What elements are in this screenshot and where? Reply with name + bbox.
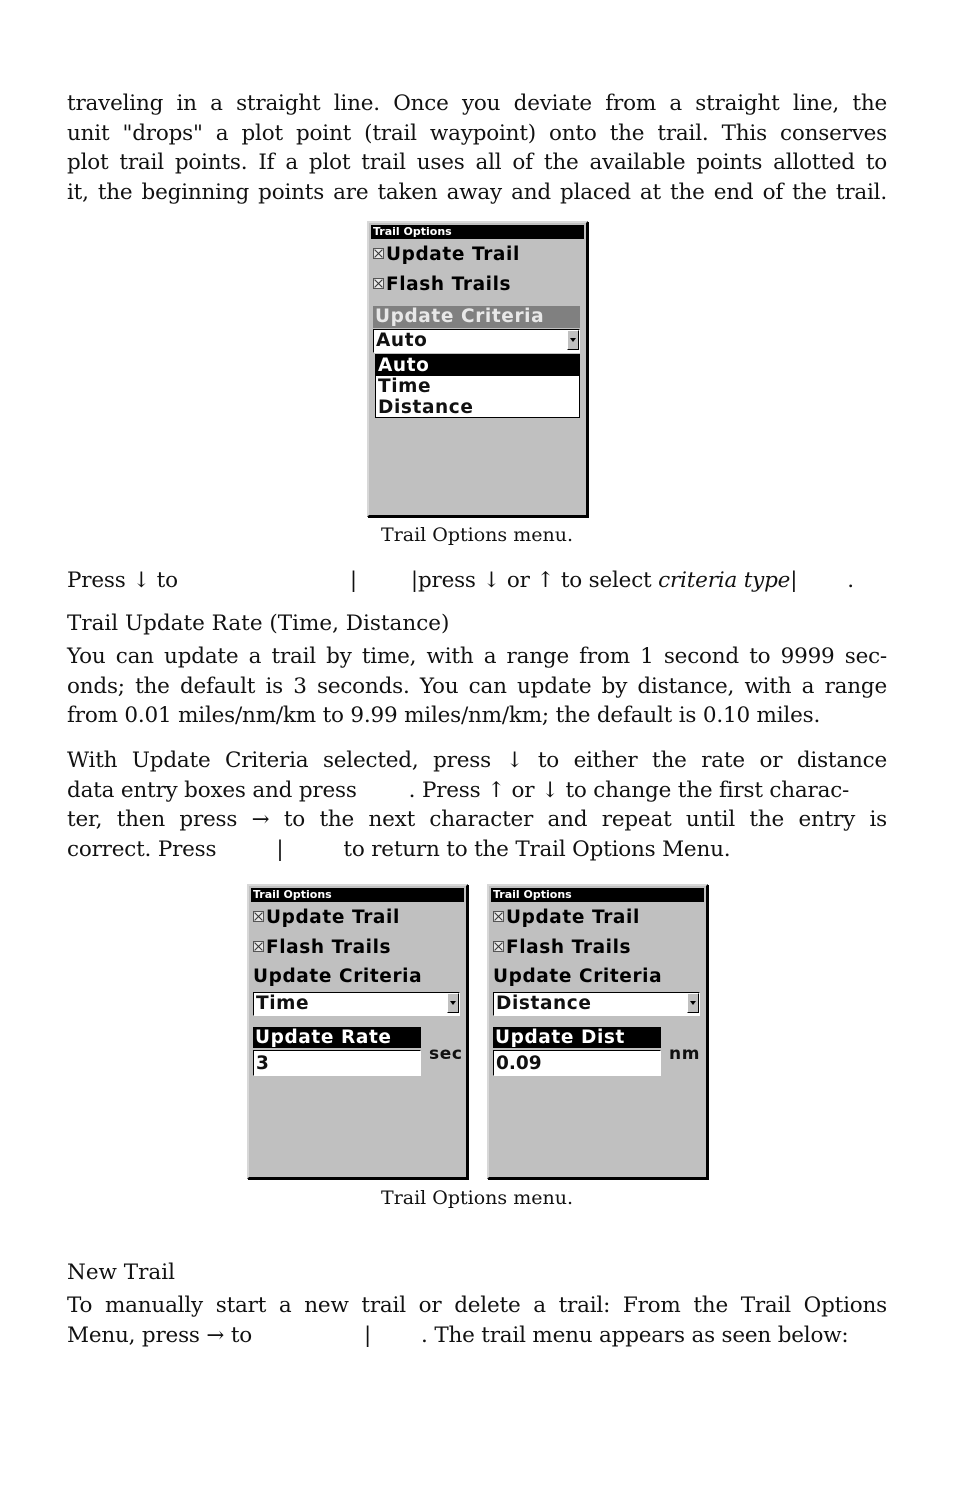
text-line: ter, then press → to the next character … — [67, 807, 887, 832]
separator: | — [276, 836, 284, 862]
text: Press — [67, 568, 126, 593]
update-rate-input[interactable]: 3 — [253, 1050, 421, 1076]
update-trail-checkbox-row[interactable]: Update Trail — [253, 907, 400, 928]
data-entry-paragraph: With Update Criteria selected, press ↓ t… — [67, 746, 887, 864]
text: press — [417, 568, 476, 593]
separator: | — [364, 1322, 372, 1348]
text: to return to the Trail Options Menu. — [343, 836, 731, 862]
dropdown-option-auto[interactable]: Auto — [376, 355, 579, 376]
text-line: correct. Press | to return to the Trail Op… — [67, 835, 887, 865]
chevron-down-icon[interactable] — [447, 993, 459, 1013]
instruction-line: Press ↓ to | |press ↓ or ↑ to select crite… — [67, 566, 887, 596]
update-criteria-select[interactable]: Distance — [493, 992, 700, 1016]
update-trail-checkbox-row[interactable]: Update Trail — [373, 244, 520, 265]
figure-caption: Trail Options menu. — [381, 524, 573, 546]
text: to select — [560, 568, 652, 593]
checkbox-checked-icon[interactable] — [373, 248, 384, 259]
separator: | — [410, 568, 418, 593]
checkbox-checked-icon[interactable] — [253, 941, 264, 952]
text: . The trail menu appears as seen below: — [421, 1322, 849, 1348]
separator: | — [349, 568, 357, 593]
text: . — [847, 568, 854, 593]
checkbox-checked-icon[interactable] — [373, 278, 384, 289]
section-heading-update-rate: Trail Update Rate (Time, Distance) — [67, 611, 450, 636]
text-line: To manually start a new trail or delete … — [67, 1293, 887, 1318]
text-line: With Update Criteria selected, press ↓ t… — [67, 748, 887, 773]
update-criteria-label: Update Criteria — [253, 966, 423, 987]
checkbox-checked-icon[interactable] — [493, 941, 504, 952]
chevron-down-icon[interactable] — [687, 993, 699, 1013]
screen-title: Trail Options — [371, 225, 584, 239]
update-dist-input[interactable]: 0.09 — [493, 1050, 661, 1076]
criteria-dropdown-list: Auto Time Distance — [375, 354, 580, 418]
italic-term: criteria type — [658, 568, 791, 593]
text-line: from 0.01 miles/nm/km to 9.99 miles/nm/k… — [67, 703, 821, 728]
text: correct. Press — [67, 836, 217, 862]
text-line: onds; the default is 3 seconds. You can … — [67, 673, 887, 699]
text-line: Menu, press → to | . The trail menu appear… — [67, 1321, 887, 1351]
checkbox-label: Flash Trails — [506, 937, 632, 958]
flash-trails-checkbox-row[interactable]: Flash Trails — [493, 937, 631, 958]
up-arrow-icon: ↑ — [536, 568, 555, 593]
text: to — [156, 568, 178, 593]
checkbox-label: Update Trail — [506, 907, 640, 928]
text-line: plot trail points. If a plot trail uses … — [67, 150, 887, 175]
separator: | — [790, 568, 798, 593]
update-criteria-select[interactable]: Auto — [373, 329, 580, 353]
down-arrow-icon: ↓ — [132, 568, 151, 593]
section-heading-new-trail: New Trail — [67, 1260, 175, 1285]
new-trail-paragraph: To manually start a new trail or delete … — [67, 1291, 887, 1350]
dropdown-option-distance[interactable]: Distance — [376, 397, 579, 418]
update-trail-checkbox-row[interactable]: Update Trail — [493, 907, 640, 928]
update-rate-label: Update Rate — [253, 1027, 421, 1048]
dropdown-option-time[interactable]: Time — [376, 376, 579, 397]
text-line: You can update a trail by time, with a r… — [67, 644, 887, 669]
checkbox-label: Flash Trails — [266, 937, 392, 958]
flash-trails-checkbox-row[interactable]: Flash Trails — [253, 937, 391, 958]
chevron-down-icon[interactable] — [567, 330, 579, 350]
screen-title: Trail Options — [491, 888, 704, 902]
down-arrow-icon: ↓ — [482, 568, 501, 593]
flash-trails-checkbox-row[interactable]: Flash Trails — [373, 274, 511, 295]
unit-label: sec — [429, 1044, 463, 1064]
trail-options-screen-auto: Trail Options Update Trail Flash Trails … — [367, 221, 588, 517]
text-line: it, the beginning points are taken away … — [67, 179, 887, 205]
screen-title: Trail Options — [251, 888, 464, 902]
trail-options-screen-distance: Trail Options Update Trail Flash Trails … — [487, 884, 708, 1179]
checkbox-checked-icon[interactable] — [493, 911, 504, 922]
update-criteria-label: Update Criteria — [493, 966, 663, 987]
select-value: Time — [256, 993, 310, 1014]
text-line: data entry boxes and press . Press ↑ or ↓… — [67, 776, 887, 806]
unit-label: nm — [669, 1044, 701, 1064]
checkbox-checked-icon[interactable] — [253, 911, 264, 922]
select-value: Auto — [376, 330, 428, 351]
select-value: Distance — [496, 993, 592, 1014]
text: . Press ↑ or ↓ to change the first chara… — [408, 777, 850, 803]
checkbox-label: Update Trail — [266, 907, 400, 928]
figure-caption: Trail Options menu. — [381, 1187, 573, 1209]
update-rate-paragraph: You can update a trail by time, with a r… — [67, 642, 887, 731]
checkbox-label: Update Trail — [386, 244, 520, 265]
text: or — [506, 568, 530, 593]
update-criteria-select[interactable]: Time — [253, 992, 460, 1016]
checkbox-label: Flash Trails — [386, 274, 512, 295]
text: Menu, press → to — [67, 1322, 252, 1348]
trail-options-screen-time: Trail Options Update Trail Flash Trails … — [247, 884, 468, 1179]
text-line: unit "drops" a plot point (trail waypoin… — [67, 120, 887, 146]
update-dist-label: Update Dist — [493, 1027, 661, 1048]
intro-paragraph: traveling in a straight line. Once you d… — [67, 89, 887, 207]
text-line: traveling in a straight line. Once you d… — [67, 91, 887, 116]
update-criteria-label: Update Criteria — [373, 306, 580, 328]
text: data entry boxes and press — [67, 777, 357, 803]
